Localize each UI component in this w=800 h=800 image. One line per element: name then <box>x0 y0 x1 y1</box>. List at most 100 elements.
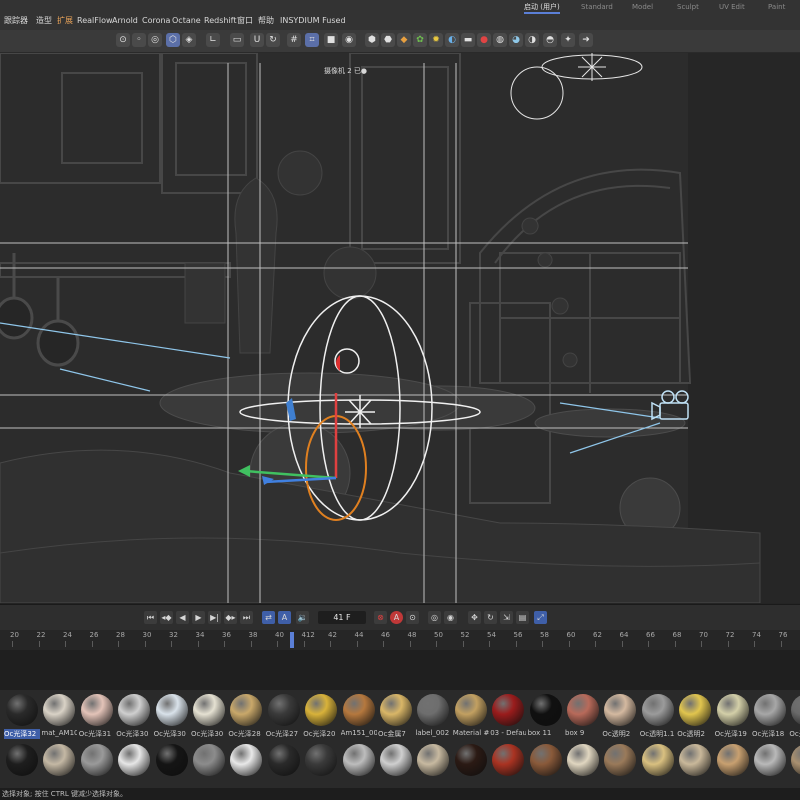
edges-mode-icon[interactable]: ◦ <box>132 33 146 47</box>
material-swatch[interactable] <box>752 694 788 726</box>
material-swatch[interactable] <box>490 694 526 726</box>
octane-light-icon[interactable]: ◓ <box>543 33 557 47</box>
material-label[interactable]: Oc透明2 <box>602 729 638 739</box>
menu-item-modeling[interactable]: 造型 <box>36 16 52 26</box>
prev-frame-icon[interactable]: ◀ <box>176 611 189 624</box>
material-swatch[interactable] <box>341 694 377 726</box>
light-icon[interactable]: ✹ <box>429 33 443 47</box>
camera-icon[interactable]: ● <box>477 33 491 47</box>
material-swatch[interactable] <box>266 694 302 726</box>
material-swatch[interactable] <box>528 744 564 776</box>
workplane-icon[interactable]: ▭ <box>230 33 244 47</box>
material-swatch[interactable] <box>4 744 40 776</box>
material-label[interactable]: Material # <box>453 729 489 737</box>
material-label[interactable]: Oc光泽 <box>789 729 800 739</box>
menu-item-redshift[interactable]: Redshift <box>204 16 236 26</box>
sound-icon[interactable]: 🔉 <box>296 611 309 624</box>
playhead[interactable] <box>290 632 294 648</box>
material-label[interactable]: Oc光泽20 <box>303 729 339 739</box>
layout-tab-model[interactable]: Model <box>632 3 653 12</box>
timeline-track[interactable] <box>0 650 800 690</box>
polygons-mode-icon[interactable]: ◎ <box>148 33 162 47</box>
material-swatch[interactable] <box>266 744 302 776</box>
go-to-start-icon[interactable]: ⏮ <box>144 611 157 624</box>
record-keys-icon[interactable]: ⊗ <box>374 611 387 624</box>
octane-tag-icon[interactable]: ✦ <box>561 33 575 47</box>
material-swatch[interactable] <box>602 694 638 726</box>
points-mode-icon[interactable]: ⊙ <box>116 33 130 47</box>
material-swatch[interactable] <box>677 694 713 726</box>
layout-tab-standard[interactable]: Standard <box>581 3 613 12</box>
next-key-icon[interactable]: ◆▸ <box>224 611 237 624</box>
material-swatch[interactable] <box>378 694 414 726</box>
material-label[interactable]: label_002 <box>415 729 451 737</box>
material-swatch[interactable] <box>41 744 77 776</box>
material-label[interactable]: Oc透明2 <box>677 729 713 739</box>
material-label[interactable]: box 11 <box>528 729 564 737</box>
octane-camera-icon[interactable]: ◍ <box>493 33 507 47</box>
material-label[interactable]: Am151_00 <box>341 729 377 737</box>
next-frame-icon[interactable]: ▶| <box>208 611 221 624</box>
pen-spline-icon[interactable]: ⬣ <box>381 33 395 47</box>
material-label[interactable]: Oc透明1.1 <box>640 729 676 739</box>
material-swatch[interactable] <box>303 694 339 726</box>
material-swatch[interactable] <box>191 744 227 776</box>
material-label[interactable]: Oc光泽30 <box>116 729 152 739</box>
material-swatch[interactable] <box>528 694 564 726</box>
layout-tab-uv-edit[interactable]: UV Edit <box>719 3 745 12</box>
material-swatch[interactable] <box>453 694 489 726</box>
menu-item-insydium[interactable]: INSYDIUM Fused <box>280 16 346 26</box>
material-swatch[interactable] <box>4 694 40 726</box>
material-swatch[interactable] <box>677 744 713 776</box>
point-level-icon[interactable]: ⇲ <box>500 611 513 624</box>
snap-settings-icon[interactable]: ⌗ <box>305 33 319 47</box>
magnet-icon[interactable]: U <box>250 33 264 47</box>
menu-item-help[interactable]: 帮助 <box>258 16 274 26</box>
menu-item-octane[interactable]: Octane <box>172 16 201 26</box>
material-label[interactable]: 03 - Defau <box>490 729 526 737</box>
material-swatch[interactable] <box>415 744 451 776</box>
material-label[interactable]: Oc光泽31 <box>79 729 115 739</box>
rotation-key-icon[interactable]: ◉ <box>444 611 457 624</box>
octane-render-icon[interactable]: ➜ <box>579 33 593 47</box>
position-key-icon[interactable]: ◎ <box>428 611 441 624</box>
subdivision-icon[interactable]: ◆ <box>397 33 411 47</box>
generator-icon[interactable]: ✿ <box>413 33 427 47</box>
keyframe-selection-icon[interactable]: ⊙ <box>406 611 419 624</box>
prev-key-icon[interactable]: ◂◆ <box>160 611 173 624</box>
material-label[interactable]: Oc光泽18 <box>752 729 788 739</box>
material-label[interactable]: Oc光泽32 <box>4 729 40 739</box>
go-to-end-icon[interactable]: ⏭ <box>240 611 253 624</box>
sky-icon[interactable]: ◕ <box>509 33 523 47</box>
render-view-icon[interactable]: ◉ <box>342 33 356 47</box>
material-label[interactable]: Oc光泽19 <box>715 729 751 739</box>
material-label[interactable]: Oc金属7 <box>378 729 414 739</box>
material-swatch[interactable] <box>116 694 152 726</box>
floor-icon[interactable]: ▬ <box>461 33 475 47</box>
texture-mode-icon[interactable]: ◈ <box>182 33 196 47</box>
material-swatch[interactable] <box>154 694 190 726</box>
material-label[interactable]: Oc光泽28 <box>228 729 264 739</box>
play-icon[interactable]: ▶ <box>192 611 205 624</box>
material-swatch[interactable] <box>640 744 676 776</box>
axis-mode-icon[interactable]: ∟ <box>206 33 220 47</box>
material-swatch[interactable] <box>415 694 451 726</box>
material-label[interactable]: Oc光泽30 <box>154 729 190 739</box>
soft-select-icon[interactable]: ↻ <box>266 33 280 47</box>
menu-item-window[interactable]: 窗口 <box>237 16 253 26</box>
menu-item-extensions[interactable]: 扩展 <box>57 16 73 26</box>
material-swatch[interactable] <box>453 744 489 776</box>
playback-rate-icon[interactable]: A <box>278 611 291 624</box>
current-frame-field[interactable]: 41 F <box>318 611 366 624</box>
autokey-icon[interactable]: A <box>390 611 403 624</box>
environment-icon[interactable]: ◑ <box>525 33 539 47</box>
material-swatch[interactable] <box>228 694 264 726</box>
menu-item-realflow[interactable]: RealFlow <box>77 16 113 26</box>
viewport[interactable]: 摄像机 2 已● <box>0 53 800 603</box>
material-swatch[interactable] <box>789 744 800 776</box>
material-swatch[interactable] <box>565 744 601 776</box>
material-label[interactable]: Oc光泽27 <box>266 729 302 739</box>
layout-tab-paint[interactable]: Paint <box>768 3 785 12</box>
grid-snap-icon[interactable]: # <box>287 33 301 47</box>
material-swatch[interactable] <box>79 744 115 776</box>
